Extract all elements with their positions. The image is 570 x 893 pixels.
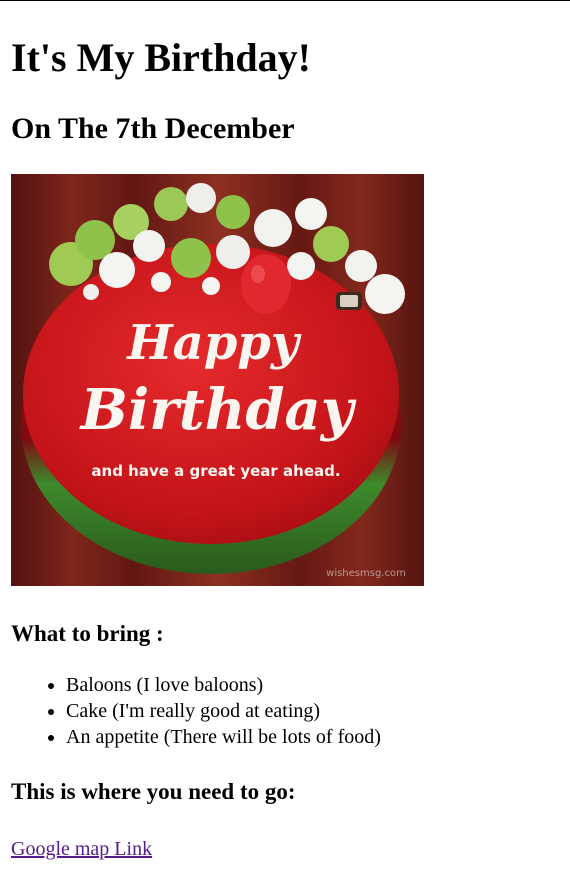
image-watermark: wishesmsg.com xyxy=(326,568,406,579)
page-content: It's My Birthday! On The 7th December Ha… xyxy=(0,35,570,862)
google-map-link[interactable]: Google map Link xyxy=(11,836,152,862)
what-to-bring-heading: What to bring : xyxy=(11,621,164,646)
list-item: An appetite (There will be lots of food) xyxy=(66,724,559,750)
bring-list: Baloons (I love baloons) Cake (I'm reall… xyxy=(11,672,559,750)
cake-text-subline: and have a great year ahead. xyxy=(91,462,340,480)
cake-text-happy: Happy xyxy=(125,315,302,371)
page-title: It's My Birthday! xyxy=(11,35,311,80)
list-item: Cake (I'm really good at eating) xyxy=(66,698,559,724)
birthday-cake-image: Happy Birthday and have a great year ahe… xyxy=(11,174,424,586)
cake-text-birthday: Birthday xyxy=(79,377,357,443)
list-item: Baloons (I love baloons) xyxy=(66,672,559,698)
raspberry-decoration xyxy=(241,254,291,314)
page-subtitle: On The 7th December xyxy=(11,112,295,145)
location-heading: This is where you need to go: xyxy=(11,779,296,804)
